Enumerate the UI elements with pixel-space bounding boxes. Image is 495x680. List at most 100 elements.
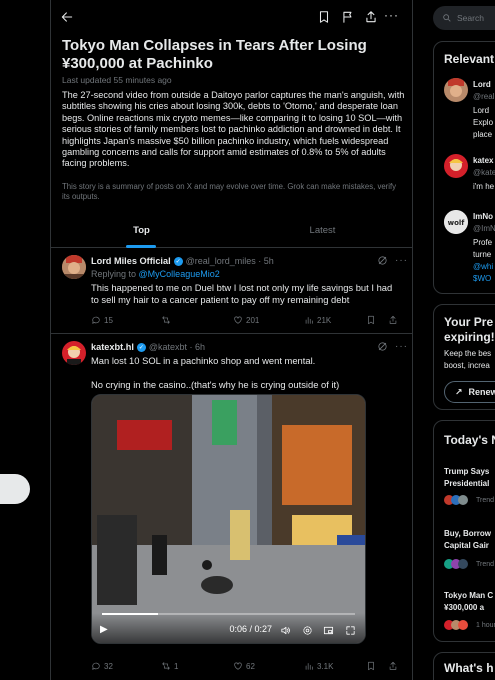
tab-latest-label: Latest [309,224,336,236]
left-collapsed-panel[interactable] [0,474,30,504]
right-sidebar: Search Relevant Lord @real Lord Explo pl… [422,0,495,680]
avatar [458,559,468,569]
person-bio-link[interactable]: @whi [473,262,493,272]
topbar: ··· [51,0,412,36]
person-name[interactable]: Lord [473,80,491,90]
bookmark-button[interactable] [366,315,376,325]
views-button[interactable]: 3.1K [304,661,333,671]
todays-news-title: Today's N [444,433,495,447]
news-title-line[interactable]: Presidential [444,479,489,489]
whats-happening-title: What's h [444,661,494,675]
retweet-button[interactable] [161,315,174,325]
tweet-more-icon[interactable]: ··· [395,255,408,266]
views-button[interactable]: 21K [304,315,331,325]
reply-count: 15 [104,315,113,325]
person-handle[interactable]: @ImN [473,224,495,234]
share-icon[interactable] [364,10,378,24]
picture-in-picture-icon[interactable] [323,625,334,636]
grok-icon[interactable] [377,255,388,266]
bookmark-button[interactable] [366,661,376,671]
verified-badge-icon: ✓ [173,256,183,266]
news-title-line[interactable]: Trump Says [444,467,489,477]
settings-gear-icon[interactable] [302,625,313,636]
view-count: 3.1K [317,661,334,671]
share-button[interactable] [388,315,398,325]
retweet-count: 1 [174,661,179,671]
reply-button[interactable]: 32 [91,661,113,671]
avatar[interactable]: wolf [444,210,468,234]
person-bio-link[interactable]: $WO [473,274,491,284]
person-bio-line: Explo [473,118,494,127]
avatar[interactable] [444,154,468,178]
news-avatars [444,495,468,505]
person-name[interactable]: katex [473,156,493,166]
video-progress-bar[interactable] [102,613,355,615]
tweet-text: Man lost 10 SOL in a pachinko shop and w… [91,355,340,390]
grok-icon[interactable] [377,341,388,352]
person-handle[interactable]: @kate [473,168,495,178]
share-icon [389,661,397,670]
todays-news-card: Today's N Trump Says Presidential Trend … [433,420,495,642]
tweet-author-name[interactable]: katexbt.hl [91,342,134,352]
news-title-line[interactable]: Tokyo Man C [444,591,493,601]
tweet-1[interactable]: Lord Miles Official ✓ @real_lord_miles ·… [51,248,412,334]
person-bio-line: turne [473,250,492,259]
avatar[interactable] [62,255,86,279]
arrow-icon: ↗ [455,386,463,397]
person-name[interactable]: ImNo [473,212,493,222]
more-options-icon[interactable]: ··· [384,8,399,22]
news-title-line[interactable]: Buy, Borrow [444,529,491,539]
tab-top[interactable]: Top [51,212,232,248]
search-placeholder: Search [457,13,484,23]
tab-top-label: Top [133,224,150,236]
person-bio-line: place [473,130,493,139]
like-button[interactable]: 62 [233,661,255,671]
person-bio-line: i'm he [473,182,495,191]
search-icon [443,14,451,22]
renew-label: Renew [468,387,495,397]
news-title-line[interactable]: ¥300,000 a [444,603,484,613]
tweet-handle[interactable]: @real_lord_miles · 5h [186,256,274,266]
like-count: 62 [246,661,255,671]
person-bio-line: Lord [473,106,490,115]
tweet-handle[interactable]: @katexbt · 6h [149,342,205,352]
person-handle[interactable]: @real [473,92,494,102]
reply-button[interactable]: 15 [91,315,113,325]
video-progress-fill [102,613,158,615]
tabs-bar: Top Latest [51,212,412,248]
like-button[interactable]: 201 [233,315,259,325]
volume-icon[interactable] [280,625,291,636]
replying-to: Replying to @MyColleagueMio2 [91,269,220,279]
tweet-2[interactable]: katexbt.hl ✓ @katexbt · 6h ··· Man lost … [51,334,412,680]
retweet-button[interactable]: 1 [161,661,178,671]
premium-title-line: expiring! [444,330,495,344]
avatar[interactable] [444,78,468,102]
avatar[interactable] [62,341,86,365]
whats-happening-card: What's h [433,652,495,680]
news-title-line[interactable]: Capital Gair [444,541,489,551]
relevant-title: Relevant [444,52,495,66]
bookmark-icon[interactable] [317,10,331,24]
share-button[interactable] [388,661,398,671]
play-icon[interactable]: ▶ [100,624,108,635]
news-avatars [444,620,468,630]
tweet-author-name[interactable]: Lord Miles Official [91,256,171,266]
flag-icon[interactable] [341,10,355,24]
renew-button[interactable]: ↗ Renew [444,381,495,403]
news-meta: Trend [476,497,495,504]
relevant-people-card: Relevant Lord @real Lord Explo place kat… [433,41,495,294]
news-meta: 1 hour [476,622,495,629]
reply-to-link[interactable]: @MyColleagueMio2 [139,269,220,279]
reply-prefix: Replying to [91,269,137,279]
back-arrow-icon[interactable] [60,10,74,24]
reply-icon [92,316,100,324]
video-player[interactable]: ▶ 0:06 / 0:27 [91,394,366,644]
tab-latest[interactable]: Latest [232,212,412,248]
premium-title-line: Your Pre [444,315,494,329]
tweet-more-icon[interactable]: ··· [395,341,408,352]
avatar [458,495,468,505]
fullscreen-icon[interactable] [345,625,356,636]
search-input[interactable]: Search [433,6,495,30]
premium-text-line: boost, increa [444,361,490,370]
story-summary: The 27-second video from outside a Daito… [62,90,405,169]
